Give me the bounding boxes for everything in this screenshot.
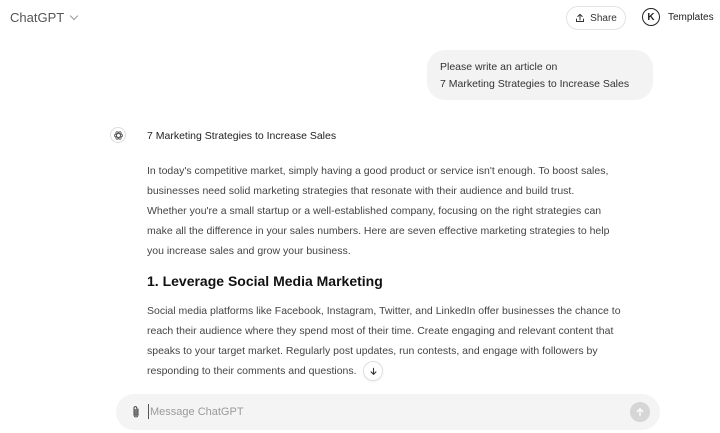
article-title: 7 Marketing Strategies to Increase Sales <box>147 130 337 142</box>
paragraph-line: speaks to your target market. Regularly … <box>147 345 598 357</box>
paragraph-line-last: responding to their comments and questio… <box>147 361 667 382</box>
user-message-bubble: Please write an article on 7 Marketing S… <box>427 50 653 100</box>
user-avatar[interactable]: K <box>642 8 660 26</box>
paragraph-line: you increase sales and grow your busines… <box>147 245 351 257</box>
paragraph-line: businesses need solid marketing strategi… <box>147 185 575 197</box>
paragraph-line: Social media platforms like Facebook, In… <box>147 305 621 317</box>
user-message-line: 7 Marketing Strategies to Increase Sales <box>440 78 630 90</box>
openai-logo-icon <box>110 127 126 143</box>
arrow-down-icon <box>370 367 377 375</box>
model-selector[interactable]: ChatGPT <box>10 10 79 25</box>
section-heading: 1. Leverage Social Media Marketing <box>147 273 383 289</box>
text-caret <box>148 404 149 419</box>
model-name: ChatGPT <box>10 10 65 25</box>
attach-button[interactable] <box>129 404 143 420</box>
intro-paragraph: In today's competitive market, simply ha… <box>147 161 667 261</box>
openai-logo-glyph <box>113 130 123 140</box>
paragraph-line: make all the difference in your sales nu… <box>147 225 610 237</box>
top-bar: ChatGPT Share K Templates <box>0 0 720 38</box>
share-icon <box>576 13 585 22</box>
arrow-up-icon <box>636 408 644 417</box>
paperclip-icon <box>133 406 139 418</box>
paragraph-line: Whether you're a small startup or a well… <box>147 205 602 217</box>
paragraph-line: In today's competitive market, simply ha… <box>147 165 609 177</box>
share-label: Share <box>590 12 617 24</box>
chat-app: ChatGPT Share K Templates Please write a… <box>0 0 720 433</box>
message-input[interactable] <box>150 403 610 421</box>
paragraph-line-text: responding to their comments and questio… <box>147 365 357 377</box>
section-paragraph: Social media platforms like Facebook, In… <box>147 301 667 382</box>
scroll-to-bottom-button[interactable] <box>363 361 384 382</box>
chevron-down-icon <box>69 11 79 21</box>
send-button[interactable] <box>630 402 650 422</box>
avatar-initial: K <box>647 11 655 23</box>
paragraph-line: reach their audience where they spend mo… <box>147 325 614 337</box>
templates-link[interactable]: Templates <box>668 12 714 23</box>
share-button[interactable]: Share <box>566 6 626 30</box>
user-message-line: Please write an article on <box>440 61 558 73</box>
message-composer <box>116 394 660 430</box>
